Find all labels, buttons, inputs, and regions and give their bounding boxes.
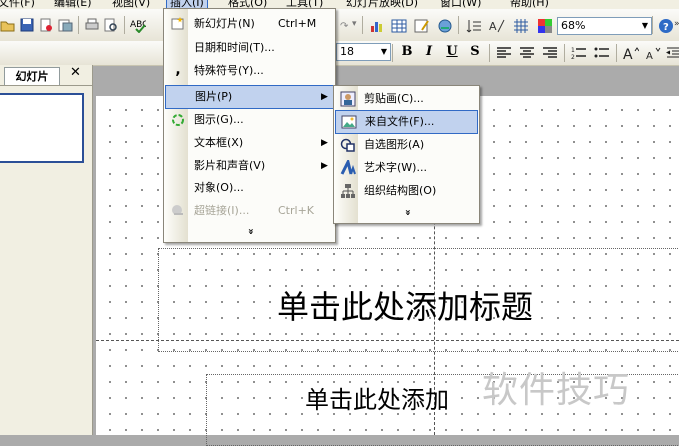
numbering-icon[interactable]: 12	[571, 45, 587, 61]
svg-text:2: 2	[571, 54, 575, 61]
bold-button[interactable]: B	[398, 44, 416, 59]
tab-slides[interactable]: 幻灯片	[4, 67, 60, 85]
bullets-icon[interactable]	[594, 45, 610, 61]
submenu-arrow-icon: ▶	[321, 92, 328, 102]
email-icon[interactable]	[57, 17, 73, 33]
zoom-combo[interactable]: 68% ▼	[557, 17, 652, 35]
menu-item-diagram[interactable]: 图示(G)...	[165, 109, 334, 131]
zoom-value: 68%	[561, 19, 586, 32]
insert-hyperlink-icon[interactable]	[437, 18, 453, 34]
submenu-arrow-icon: ▶	[321, 161, 328, 171]
menu-help[interactable]: 帮助(H)	[510, 0, 549, 9]
chevron-down-icon[interactable]: ▼	[639, 18, 651, 34]
watermark: 软件技巧	[482, 370, 631, 411]
standard-toolbar: ABC ↷ ▾ A 68% ▼ ? »	[0, 9, 679, 42]
insert-menu: 新幻灯片(N) Ctrl+M 日期和时间(T)... , 特殊符号(Y)... …	[163, 8, 336, 243]
italic-button[interactable]: I	[420, 44, 438, 59]
insert-table-icon[interactable]	[391, 18, 407, 34]
menu-window[interactable]: 窗口(W)	[440, 0, 481, 9]
slide-thumbnail[interactable]	[0, 93, 84, 163]
svg-text:?: ?	[663, 22, 669, 33]
tables-borders-icon[interactable]	[414, 18, 430, 34]
org-chart-icon	[341, 184, 355, 198]
svg-text:A: A	[623, 47, 633, 61]
menu-slideshow[interactable]: 幻灯片放映(D)	[346, 0, 418, 9]
hyperlink-globe-icon	[172, 205, 183, 215]
help-icon[interactable]: ?	[658, 18, 674, 34]
menu-view[interactable]: 视图(V)	[112, 0, 150, 9]
menu-item-clip-art[interactable]: 剪贴画(C)...	[335, 88, 478, 110]
diagram-icon	[172, 114, 184, 126]
decrease-font-size-icon[interactable]: A	[646, 45, 662, 61]
print-preview-icon[interactable]	[103, 17, 119, 33]
menu-item-special-symbol[interactable]: , 特殊符号(Y)...	[165, 60, 334, 82]
picture-submenu: 剪贴画(C)... 来自文件(F)... 自选图形(A) 艺术字(W)... 组…	[333, 85, 480, 224]
align-center-icon[interactable]	[519, 45, 535, 61]
expand-all-icon[interactable]	[466, 18, 482, 34]
print-icon[interactable]	[84, 17, 100, 33]
formatting-toolbar: 18 ▼ B I U S 12 A A	[0, 41, 679, 66]
redo-dropdown-icon[interactable]: ▾	[352, 19, 357, 29]
decrease-indent-icon[interactable]	[666, 45, 679, 61]
spelling-icon[interactable]: ABC	[130, 17, 146, 33]
show-formatting-icon[interactable]: A	[489, 18, 505, 34]
align-right-icon[interactable]	[542, 45, 558, 61]
comma-symbol-icon: ,	[175, 62, 181, 78]
underline-button[interactable]: U	[443, 44, 461, 59]
close-icon[interactable]: ✕	[70, 65, 81, 80]
wordart-icon	[340, 160, 356, 175]
menu-file[interactable]: 文件(F)	[0, 0, 35, 9]
align-left-icon[interactable]	[496, 45, 512, 61]
expand-submenu-icon[interactable]: »	[402, 140, 413, 285]
slides-pane: 幻灯片 ✕	[0, 65, 93, 435]
redo-icon[interactable]: ↷	[340, 21, 348, 32]
menu-item-date-time[interactable]: 日期和时间(T)...	[165, 37, 334, 59]
open-folder-icon[interactable]	[0, 17, 16, 33]
pane-tab-header: 幻灯片 ✕	[0, 65, 92, 86]
svg-text:A: A	[646, 51, 653, 61]
clip-art-icon	[340, 91, 356, 107]
menu-item-picture[interactable]: 图片(P) ▶	[165, 85, 334, 109]
font-size-value: 18	[340, 45, 354, 58]
title-placeholder-text: 单击此处添加标题	[277, 288, 534, 326]
menu-bar: 文件(F) 编辑(E) 视图(V) 插入(I) 格式(O) 工具(T) 幻灯片放…	[0, 0, 679, 9]
menu-item-from-file[interactable]: 来自文件(F)...	[335, 110, 478, 134]
menu-item-new-slide[interactable]: 新幻灯片(N) Ctrl+M	[165, 13, 334, 35]
show-grid-icon[interactable]	[513, 18, 529, 34]
toolbar-options-icon[interactable]: »	[674, 19, 679, 29]
expand-menu-icon[interactable]: »	[245, 146, 256, 317]
increase-font-size-icon[interactable]: A	[623, 45, 639, 61]
submenu-arrow-icon: ▶	[321, 138, 328, 148]
shadow-button[interactable]: S	[466, 44, 484, 59]
chevron-down-icon[interactable]: ▼	[378, 44, 390, 60]
insert-chart-icon[interactable]	[369, 18, 385, 34]
subtitle-placeholder-text: 单击此处添加	[305, 386, 449, 414]
picture-from-file-icon	[341, 115, 357, 129]
font-size-combo[interactable]: 18 ▼	[336, 43, 391, 61]
autoshapes-icon	[340, 138, 355, 152]
save-icon[interactable]	[19, 17, 35, 33]
permission-icon[interactable]	[38, 17, 54, 33]
svg-text:1: 1	[571, 47, 575, 54]
color-grayscale-icon[interactable]	[537, 18, 553, 34]
menu-edit[interactable]: 编辑(E)	[54, 0, 92, 9]
svg-text:ABC: ABC	[130, 20, 146, 30]
new-slide-icon	[171, 17, 184, 30]
svg-text:A: A	[489, 20, 497, 33]
